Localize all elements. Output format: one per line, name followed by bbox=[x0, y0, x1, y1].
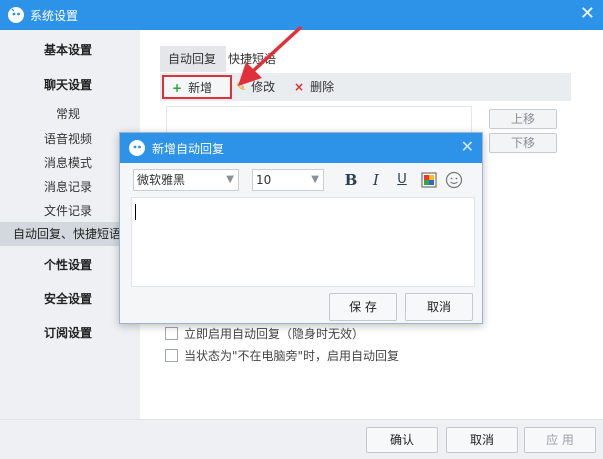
edit-reply-button[interactable]: ✎ 修改 bbox=[236, 77, 275, 97]
delete-reply-button[interactable]: × 删除 bbox=[294, 77, 334, 97]
move-up-button[interactable]: 上移 bbox=[489, 109, 557, 129]
delete-reply-label: 删除 bbox=[310, 80, 335, 94]
away-reply-checkbox[interactable] bbox=[165, 349, 178, 362]
app-logo-icon bbox=[8, 7, 24, 23]
reply-toolbar: + 新增 ✎ 修改 × 删除 bbox=[160, 73, 571, 101]
add-reply-label: 新增 bbox=[188, 81, 213, 95]
window-close-icon[interactable]: ✕ bbox=[580, 3, 595, 25]
pencil-icon: ✎ bbox=[236, 80, 247, 94]
text-caret bbox=[135, 204, 136, 220]
font-family-select[interactable]: 微软雅黑 ▼ bbox=[133, 169, 239, 191]
tab-auto-reply[interactable]: 自动回复 bbox=[160, 46, 226, 72]
color-palette-icon[interactable] bbox=[420, 171, 438, 189]
sidebar-item-basic[interactable]: 基本设置 bbox=[0, 41, 140, 58]
sidebar-item-chat[interactable]: 聊天设置 bbox=[0, 76, 140, 93]
enable-now-checkbox[interactable] bbox=[165, 327, 178, 340]
plus-icon: + bbox=[172, 81, 183, 95]
option-enable-now[interactable]: 立即启用自动回复（隐身时无效） bbox=[165, 325, 364, 341]
font-size-select[interactable]: 10 ▼ bbox=[252, 169, 324, 191]
tab-quick-phrases[interactable]: 快捷短语 bbox=[228, 46, 276, 72]
underline-button[interactable]: U bbox=[393, 171, 411, 189]
reply-list[interactable] bbox=[166, 106, 472, 134]
apply-button[interactable]: 应 用 bbox=[524, 427, 596, 453]
move-down-button[interactable]: 下移 bbox=[489, 133, 557, 153]
ok-button[interactable]: 确认 bbox=[366, 427, 438, 453]
emoji-icon[interactable] bbox=[445, 171, 463, 189]
option-away-reply[interactable]: 当状态为"不在电脑旁"时，启用自动回复 bbox=[165, 347, 399, 363]
save-button[interactable]: 保 存 bbox=[329, 293, 397, 321]
window-title: 系统设置 bbox=[30, 9, 79, 23]
bold-button[interactable]: B bbox=[342, 171, 360, 189]
delete-x-icon: × bbox=[294, 80, 305, 94]
enable-now-label: 立即启用自动回复（隐身时无效） bbox=[184, 327, 365, 341]
dialog-titlebar: 新增自动回复 ✕ bbox=[120, 133, 482, 163]
add-reply-button[interactable]: + 新增 bbox=[162, 75, 232, 99]
dialog-close-icon[interactable]: ✕ bbox=[461, 137, 474, 157]
chevron-down-icon: ▼ bbox=[226, 174, 234, 185]
sidebar-item-subscription[interactable]: 订阅设置 bbox=[0, 324, 140, 341]
footer-bar: 确认 取消 应 用 bbox=[0, 419, 603, 459]
reply-text-editor[interactable] bbox=[131, 197, 475, 287]
away-reply-label: 当状态为"不在电脑旁"时，启用自动回复 bbox=[184, 349, 400, 363]
font-family-value: 微软雅黑 bbox=[137, 173, 186, 187]
font-size-value: 10 bbox=[256, 173, 272, 187]
sidebar-item-general[interactable]: 常规 bbox=[0, 105, 140, 122]
format-toolbar: 微软雅黑 ▼ 10 ▼ B I U bbox=[120, 165, 482, 193]
window-titlebar: 系统设置 ✕ bbox=[0, 0, 603, 30]
footer-cancel-button[interactable]: 取消 bbox=[446, 427, 518, 453]
chevron-down-icon: ▼ bbox=[311, 174, 319, 185]
dialog-title: 新增自动回复 bbox=[152, 142, 225, 156]
dialog-cancel-button[interactable]: 取消 bbox=[405, 293, 473, 321]
new-auto-reply-dialog: 新增自动回复 ✕ 微软雅黑 ▼ 10 ▼ B I U 保 存 取消 bbox=[119, 132, 483, 324]
app-logo-icon bbox=[129, 140, 145, 156]
italic-button[interactable]: I bbox=[367, 171, 385, 189]
edit-reply-label: 修改 bbox=[251, 80, 276, 94]
